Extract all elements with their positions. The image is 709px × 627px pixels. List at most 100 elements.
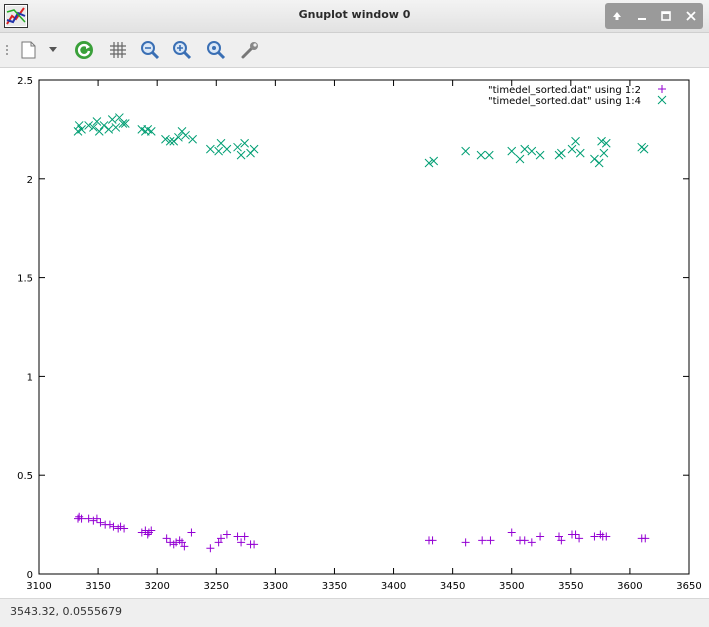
data-point-cross — [240, 138, 249, 148]
y-tick-label: 2.5 — [17, 76, 33, 87]
window-title: Gnuplot window 0 — [298, 8, 411, 21]
data-point-plus — [478, 536, 487, 545]
data-point-plus — [461, 538, 470, 547]
data-point-plus — [206, 544, 215, 553]
data-point-cross — [188, 134, 197, 144]
data-point-cross — [515, 154, 525, 164]
maximize-icon[interactable] — [657, 7, 675, 25]
x-tick-label: 3500 — [499, 581, 524, 592]
data-point-cross — [507, 146, 517, 156]
legend-label: "timedel_sorted.dat" using 1:2 — [488, 85, 641, 96]
data-point-plus — [575, 534, 584, 543]
data-point-cross — [599, 148, 609, 158]
data-point-cross — [214, 146, 223, 156]
x-tick-label: 3600 — [617, 581, 642, 592]
grid-icon[interactable] — [106, 38, 130, 62]
zoom-previous-icon[interactable] — [138, 38, 162, 62]
y-tick-label: 1.5 — [17, 274, 33, 285]
data-point-plus — [233, 532, 242, 541]
x-tick-label: 3450 — [440, 581, 465, 592]
data-point-cross — [111, 123, 121, 132]
data-point-plus — [120, 524, 129, 533]
data-point-cross — [94, 127, 104, 136]
data-point-cross — [233, 142, 242, 152]
data-point-cross — [99, 121, 109, 130]
y-tick-label: 0.5 — [17, 471, 33, 482]
data-point-plus — [105, 520, 114, 529]
settings-icon[interactable] — [238, 38, 262, 62]
data-point-cross — [236, 150, 246, 160]
grip-icon[interactable] — [2, 38, 12, 62]
up-icon[interactable] — [608, 7, 626, 25]
data-point-plus — [590, 532, 599, 541]
data-point-cross — [146, 127, 156, 136]
y-tick-label: 0 — [27, 570, 33, 581]
close-icon[interactable] — [682, 7, 700, 25]
data-point-plus — [92, 514, 101, 523]
toolbar — [0, 33, 709, 68]
data-point-cross — [461, 146, 470, 156]
data-point-plus — [187, 528, 196, 537]
data-point-cross — [575, 148, 585, 158]
legend-marker — [658, 85, 666, 93]
data-point-cross — [206, 144, 215, 154]
data-point-plus — [89, 516, 98, 525]
data-point-plus — [571, 530, 580, 539]
x-tick-label: 3250 — [204, 581, 229, 592]
data-point-plus — [162, 534, 171, 543]
data-point-cross — [520, 144, 530, 154]
x-tick-label: 3150 — [85, 581, 110, 592]
data-point-plus — [486, 536, 495, 545]
data-point-plus — [109, 522, 118, 531]
status-bar: 3543.32, 0.0555679 — [0, 598, 709, 627]
window-controls — [605, 3, 703, 29]
data-point-plus — [137, 528, 146, 537]
data-point-plus — [428, 536, 437, 545]
x-tick-label: 3200 — [144, 581, 169, 592]
data-point-cross — [222, 144, 232, 154]
data-point-plus — [240, 532, 249, 541]
data-point-cross — [249, 144, 259, 154]
data-point-plus — [536, 532, 545, 541]
data-point-plus — [222, 530, 231, 539]
zoom-next-icon[interactable] — [170, 38, 194, 62]
mouse-coordinates: 3543.32, 0.0555679 — [10, 605, 122, 618]
data-point-cross — [567, 144, 577, 154]
title-bar[interactable]: Gnuplot window 0 — [0, 0, 709, 33]
dropdown-arrow-icon[interactable] — [46, 38, 60, 62]
data-point-cross — [557, 148, 566, 158]
data-point-cross — [571, 136, 580, 146]
data-point-plus — [602, 532, 611, 541]
data-point-plus — [507, 528, 516, 537]
data-point-cross — [169, 136, 179, 146]
data-point-cross — [535, 150, 545, 160]
gnuplot-window: Gnuplot window 0 3100 3150 3200 3250 330… — [0, 0, 709, 627]
x-tick-label: 3650 — [676, 581, 701, 592]
data-point-plus — [520, 536, 529, 545]
x-tick-label: 3100 — [26, 581, 51, 592]
y-tick-label: 2 — [27, 175, 33, 186]
data-point-cross — [104, 125, 114, 134]
data-point-cross — [484, 150, 494, 160]
replot-icon[interactable] — [72, 38, 96, 62]
data-point-cross — [107, 115, 117, 124]
data-point-plus — [84, 514, 93, 523]
minimize-icon[interactable] — [633, 7, 651, 25]
data-point-cross — [476, 150, 486, 160]
data-point-cross — [639, 144, 649, 154]
data-point-plus — [641, 534, 650, 543]
scatter-chart: 3100 3150 3200 3250 3300 3350 3400 3450 3500 3550… — [17, 76, 702, 592]
x-tick-label: 3350 — [322, 581, 347, 592]
x-tick-label: 3400 — [381, 581, 406, 592]
data-point-cross — [594, 158, 604, 168]
x-tick-label: 3300 — [263, 581, 288, 592]
copy-icon[interactable] — [16, 38, 40, 62]
y-tick-label: 1 — [27, 372, 33, 383]
plot-canvas[interactable]: 3100 3150 3200 3250 3300 3350 3400 3450 3500 3550… — [0, 68, 709, 598]
data-point-plus — [237, 538, 246, 547]
data-point-cross — [527, 146, 537, 156]
data-point-cross — [74, 121, 84, 130]
unzoom-icon[interactable] — [204, 38, 228, 62]
legend-label: "timedel_sorted.dat" using 1:4 — [488, 96, 641, 107]
data-point-plus — [96, 518, 105, 527]
